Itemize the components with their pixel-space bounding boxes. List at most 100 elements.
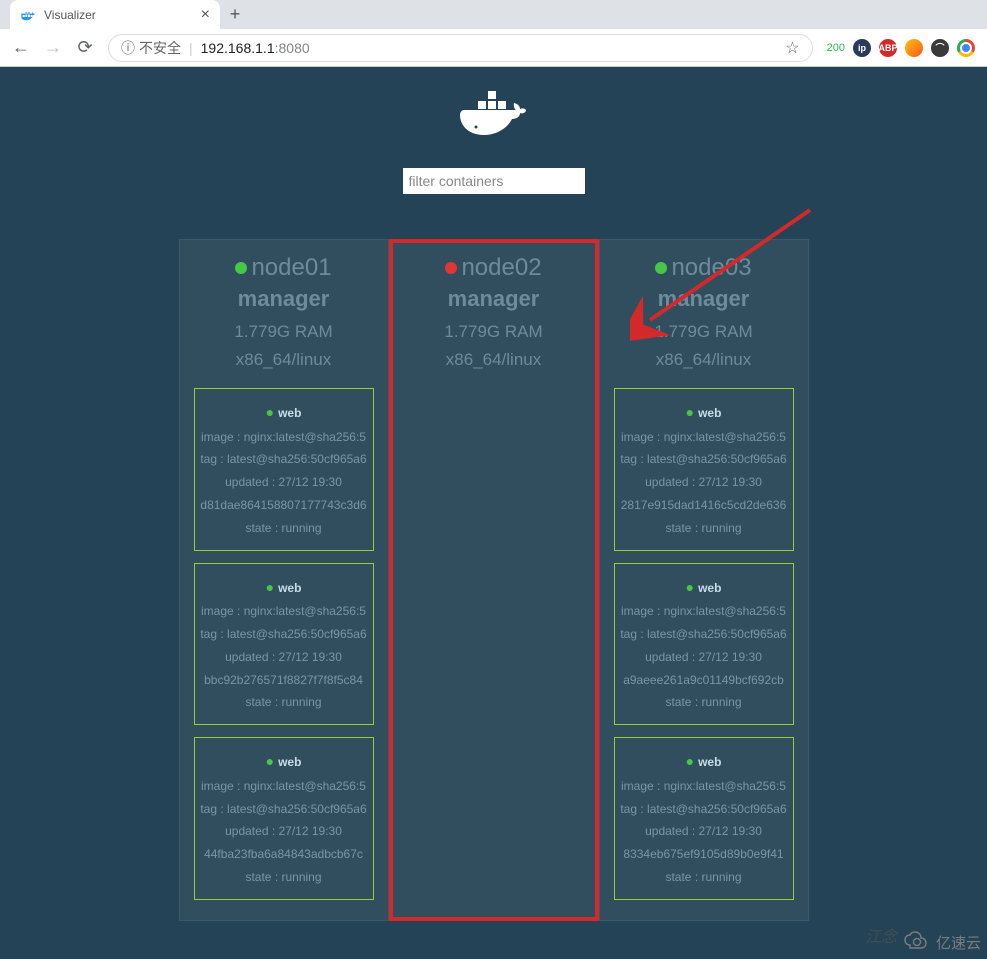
- container-state: state : running: [617, 866, 791, 889]
- containers-list: ●webimage : nginx:latest@sha256:5tag : l…: [614, 388, 794, 900]
- node-role: manager: [404, 286, 584, 312]
- info-icon: ⓘ: [121, 38, 135, 58]
- container-updated: updated : 27/12 19:30: [617, 820, 791, 843]
- container-image: image : nginx:latest@sha256:5: [617, 600, 791, 623]
- container-state: state : running: [617, 517, 791, 540]
- container-id: bbc92b276571f8827f7f8f5c84: [197, 669, 371, 692]
- container-tag: tag : latest@sha256:50cf965a6: [197, 798, 371, 821]
- container-tag: tag : latest@sha256:50cf965a6: [617, 798, 791, 821]
- container-id: 8334eb675ef9105d89b0e9f41: [617, 843, 791, 866]
- adblock-extension-icon[interactable]: ABP: [879, 39, 897, 57]
- container-image: image : nginx:latest@sha256:5: [197, 600, 371, 623]
- container-id: 44fba23fba6a84843adbcb67c: [197, 843, 371, 866]
- container-tag: tag : latest@sha256:50cf965a6: [617, 623, 791, 646]
- extension-icon[interactable]: [905, 39, 923, 57]
- node-ram: 1.779G RAM: [614, 322, 794, 342]
- browser-toolbar: ← → ⟳ ⓘ 不安全 | 192.168.1.1:8080 ☆ 200 ip …: [0, 29, 987, 67]
- container-updated: updated : 27/12 19:30: [197, 820, 371, 843]
- container-card[interactable]: ●webimage : nginx:latest@sha256:5tag : l…: [614, 388, 794, 551]
- container-card[interactable]: ●webimage : nginx:latest@sha256:5tag : l…: [194, 737, 374, 900]
- extension-icons: 200 ip ABP ⌒: [827, 39, 975, 57]
- container-card[interactable]: ●webimage : nginx:latest@sha256:5tag : l…: [614, 563, 794, 726]
- node-arch: x86_64/linux: [194, 350, 374, 370]
- container-state: state : running: [617, 691, 791, 714]
- container-updated: updated : 27/12 19:30: [197, 471, 371, 494]
- node-name: node01: [235, 254, 331, 282]
- url-host: 192.168.1.1: [201, 40, 275, 56]
- container-name: ●web: [617, 399, 791, 426]
- forward-button[interactable]: →: [44, 37, 62, 58]
- containers-list: ●webimage : nginx:latest@sha256:5tag : l…: [194, 388, 374, 900]
- node-ram: 1.779G RAM: [194, 322, 374, 342]
- status-dot-icon: [655, 262, 667, 274]
- docker-favicon-icon: [20, 7, 36, 23]
- container-state: state : running: [197, 866, 371, 889]
- node-header: node01 manager 1.779G RAM x86_64/linux: [194, 254, 374, 370]
- node-ram: 1.779G RAM: [404, 322, 584, 342]
- node-arch: x86_64/linux: [614, 350, 794, 370]
- container-id: a9aeee261a9c01149bcf692cb: [617, 669, 791, 692]
- container-card[interactable]: ●webimage : nginx:latest@sha256:5tag : l…: [194, 563, 374, 726]
- container-id: 2817e915dad1416c5cd2de636: [617, 494, 791, 517]
- node-column: node02manager1.779G RAMx86_64/linux: [389, 239, 599, 921]
- watermark-text: 亿速云: [936, 932, 981, 953]
- node-role: manager: [614, 286, 794, 312]
- container-image: image : nginx:latest@sha256:5: [617, 775, 791, 798]
- address-bar[interactable]: ⓘ 不安全 | 192.168.1.1:8080 ☆: [108, 34, 813, 62]
- container-name: ●web: [197, 574, 371, 601]
- status-dot-icon: [445, 262, 457, 274]
- cloud-logo-icon: [904, 931, 930, 953]
- watermark-overlay-text: 江念: [865, 923, 897, 947]
- container-name: ●web: [197, 399, 371, 426]
- node-column: node03manager1.779G RAMx86_64/linux●webi…: [599, 239, 809, 921]
- ip-extension-icon[interactable]: ip: [853, 39, 871, 57]
- container-name: ●web: [617, 574, 791, 601]
- running-dot-icon: ●: [266, 753, 274, 769]
- browser-tab-bar: Visualizer × +: [0, 0, 987, 29]
- nodes-grid: node01manager1.779G RAMx86_64/linux●webi…: [0, 239, 987, 921]
- status-dot-icon: [235, 262, 247, 274]
- filter-containers-input[interactable]: [403, 168, 585, 194]
- browser-tab[interactable]: Visualizer ×: [10, 0, 220, 29]
- logo-wrap: [0, 87, 987, 148]
- watermark: 亿速云: [904, 931, 981, 953]
- new-tab-button[interactable]: +: [220, 0, 250, 29]
- close-tab-icon[interactable]: ×: [201, 6, 210, 24]
- node-header: node03 manager 1.779G RAM x86_64/linux: [614, 254, 794, 370]
- container-image: image : nginx:latest@sha256:5: [617, 426, 791, 449]
- container-tag: tag : latest@sha256:50cf965a6: [197, 623, 371, 646]
- bookmark-star-icon[interactable]: ☆: [785, 38, 799, 58]
- container-updated: updated : 27/12 19:30: [617, 471, 791, 494]
- container-name: ●web: [617, 748, 791, 775]
- url-port: :8080: [275, 40, 310, 56]
- container-state: state : running: [197, 691, 371, 714]
- container-state: state : running: [197, 517, 371, 540]
- container-tag: tag : latest@sha256:50cf965a6: [617, 448, 791, 471]
- node-column: node01manager1.779G RAMx86_64/linux●webi…: [179, 239, 389, 921]
- container-name: ●web: [197, 748, 371, 775]
- running-dot-icon: ●: [266, 579, 274, 595]
- running-dot-icon: ●: [266, 404, 274, 420]
- back-button[interactable]: ←: [12, 37, 30, 58]
- page-content: node01manager1.779G RAMx86_64/linux●webi…: [0, 67, 987, 959]
- container-image: image : nginx:latest@sha256:5: [197, 426, 371, 449]
- running-dot-icon: ●: [686, 404, 694, 420]
- container-tag: tag : latest@sha256:50cf965a6: [197, 448, 371, 471]
- status-200-badge: 200: [827, 39, 845, 57]
- reload-button[interactable]: ⟳: [76, 37, 94, 58]
- running-dot-icon: ●: [686, 579, 694, 595]
- node-arch: x86_64/linux: [404, 350, 584, 370]
- tab-title: Visualizer: [44, 8, 201, 22]
- container-card[interactable]: ●webimage : nginx:latest@sha256:5tag : l…: [194, 388, 374, 551]
- insecure-badge: ⓘ 不安全: [121, 38, 181, 58]
- node-role: manager: [194, 286, 374, 312]
- chrome-menu-icon[interactable]: [957, 39, 975, 57]
- container-image: image : nginx:latest@sha256:5: [197, 775, 371, 798]
- node-header: node02manager1.779G RAMx86_64/linux: [404, 254, 584, 370]
- filter-wrap: [0, 168, 987, 194]
- container-card[interactable]: ●webimage : nginx:latest@sha256:5tag : l…: [614, 737, 794, 900]
- running-dot-icon: ●: [686, 753, 694, 769]
- network-extension-icon[interactable]: ⌒: [931, 39, 949, 57]
- node-name: node03: [655, 254, 751, 282]
- container-updated: updated : 27/12 19:30: [197, 646, 371, 669]
